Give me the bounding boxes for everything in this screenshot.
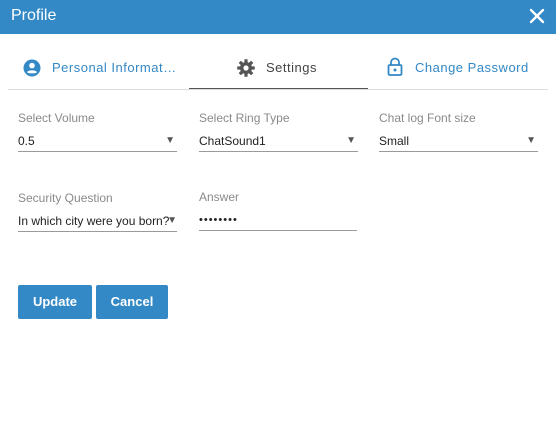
dialog-titlebar: Profile: [0, 0, 556, 34]
tabs-divider: [8, 89, 548, 90]
tab-change-password-label: Change Password: [415, 60, 529, 75]
dialog-title: Profile: [11, 7, 57, 24]
dropdown-arrow-icon: ▼: [346, 135, 356, 146]
dropdown-arrow-icon: ▼: [167, 215, 177, 226]
tab-personal-information-label: Personal Informat…: [52, 60, 177, 75]
ring-type-label: Select Ring Type: [199, 111, 290, 125]
security-question-select[interactable]: In which city were you born? ▼: [18, 210, 177, 232]
tab-settings[interactable]: Settings: [189, 46, 368, 90]
profile-tabs: Personal Informat… Settings Change Passw…: [0, 46, 556, 90]
font-size-value: Small: [379, 134, 410, 148]
volume-value: 0.5: [18, 134, 35, 148]
font-size-select[interactable]: Small ▼: [379, 130, 538, 152]
answer-label: Answer: [199, 190, 240, 204]
security-question-label: Security Question: [18, 191, 113, 205]
answer-input[interactable]: ••••••••: [199, 209, 357, 231]
cancel-button[interactable]: Cancel: [96, 285, 168, 319]
close-icon[interactable]: [527, 6, 547, 26]
tab-settings-label: Settings: [266, 60, 317, 75]
ring-type-value: ChatSound1: [199, 134, 266, 148]
update-button[interactable]: Update: [18, 285, 92, 319]
answer-value: ••••••••: [199, 214, 238, 226]
dropdown-arrow-icon: ▼: [165, 135, 175, 146]
font-size-label: Chat log Font size: [379, 111, 476, 125]
volume-select[interactable]: 0.5 ▼: [18, 130, 177, 152]
security-question-value: In which city were you born?: [18, 214, 170, 228]
tab-personal-information[interactable]: Personal Informat…: [8, 46, 189, 90]
ring-type-select[interactable]: ChatSound1 ▼: [199, 130, 358, 152]
dropdown-arrow-icon: ▼: [526, 135, 536, 146]
lock-icon: [386, 57, 404, 82]
gear-icon: [236, 58, 256, 83]
account-circle-icon: [22, 58, 42, 83]
volume-label: Select Volume: [18, 111, 95, 125]
tab-change-password[interactable]: Change Password: [368, 46, 548, 90]
